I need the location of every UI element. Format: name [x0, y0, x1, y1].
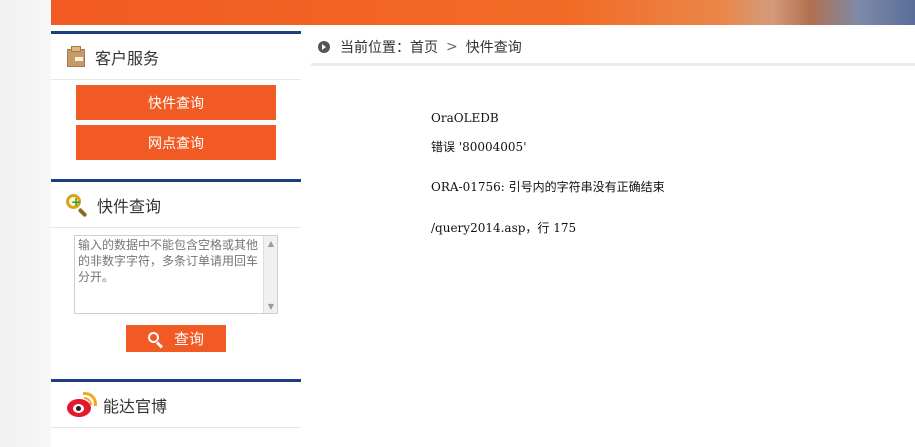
breadcrumb-separator: > [446, 39, 458, 55]
service-box: 客户服务 快件查询 网点查询 [51, 31, 301, 181]
breadcrumb: 当前位置： 首页 > 快件查询 [311, 31, 915, 66]
query-box: + 快件查询 ▲ ▼ 查询 [51, 179, 301, 379]
service-title: 客户服务 [95, 48, 160, 68]
error-source: OraOLEDB [431, 111, 499, 125]
weibo-header: 能达官博 [51, 382, 301, 428]
weibo-icon [65, 391, 99, 419]
error-location: /query2014.asp，行 175 [431, 221, 577, 235]
tracking-number-input[interactable] [74, 235, 278, 314]
sidebar: 客户服务 快件查询 网点查询 + 快件查询 ▲ ▼ 查询 能达官博 [51, 31, 301, 447]
search-button-label: 查询 [173, 330, 204, 348]
package-icon [65, 45, 87, 69]
textarea-scrollbar[interactable]: ▲ ▼ [263, 236, 277, 313]
search-icon [147, 331, 163, 349]
scroll-up-icon[interactable]: ▲ [264, 236, 278, 250]
header-banner [51, 0, 915, 25]
error-code: 错误 '80004005' [431, 140, 527, 154]
breadcrumb-label: 当前位置： [340, 40, 410, 56]
error-message: ORA-01756: 引号内的字符串没有正确结束 [431, 180, 665, 194]
query-header: + 快件查询 [51, 182, 301, 228]
service-header: 客户服务 [51, 34, 301, 80]
location-arrow-icon [318, 41, 330, 53]
breadcrumb-current: 快件查询 [465, 40, 522, 56]
outlet-query-button[interactable]: 网点查询 [76, 125, 276, 160]
weibo-banner-image[interactable] [115, 440, 235, 447]
breadcrumb-home-link[interactable]: 首页 [410, 37, 438, 57]
express-query-button[interactable]: 快件查询 [76, 85, 276, 120]
weibo-box: 能达官博 [51, 379, 301, 447]
weibo-title: 能达官博 [103, 396, 168, 416]
query-title: 快件查询 [97, 196, 162, 216]
banner-photo [725, 0, 915, 25]
left-background [0, 0, 51, 447]
magnifier-icon: + [65, 193, 89, 217]
search-button[interactable]: 查询 [126, 325, 226, 352]
scroll-down-icon[interactable]: ▼ [264, 299, 278, 313]
